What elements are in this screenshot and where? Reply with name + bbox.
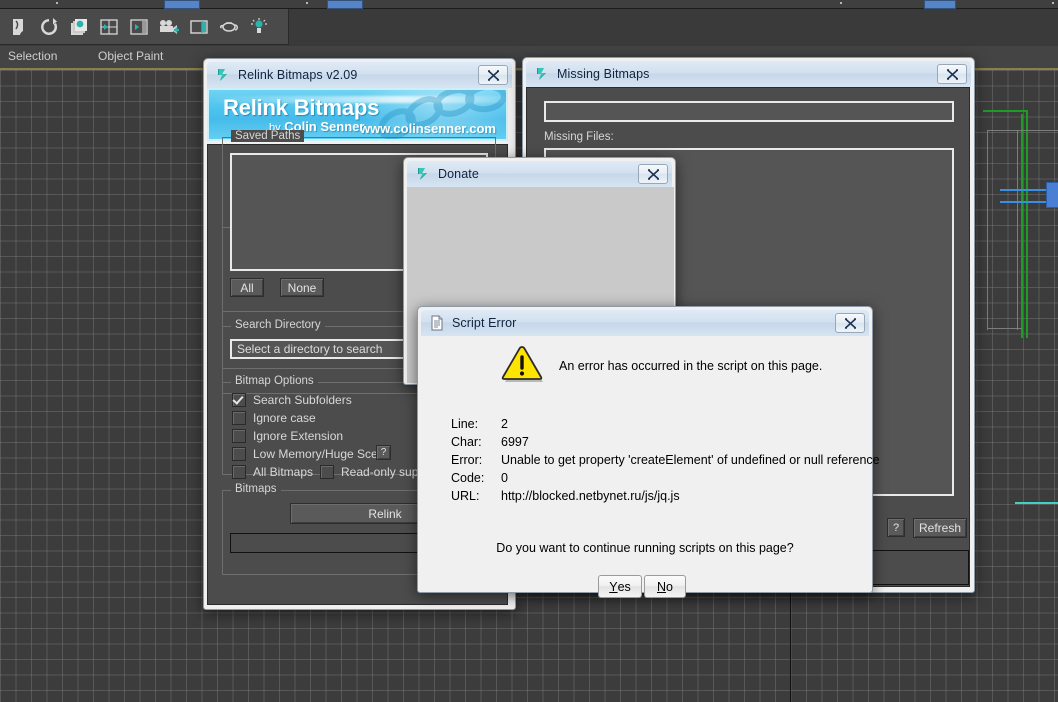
viewport-axis-line	[790, 592, 791, 702]
search-subfolders-label: Search Subfolders	[253, 393, 352, 407]
select-all-button[interactable]: All	[230, 278, 264, 297]
low-memory-checkbox[interactable]	[232, 447, 246, 461]
missing-bitmaps-title: Missing Bitmaps	[557, 67, 650, 81]
relink-bitmaps-title: Relink Bitmaps v2.09	[238, 68, 358, 82]
render-frame-icon[interactable]	[124, 12, 154, 42]
transform-gizmo[interactable]	[1046, 182, 1058, 208]
layers-icon[interactable]	[64, 12, 94, 42]
low-memory-help-button[interactable]: ?	[376, 445, 391, 460]
screen-root: Selection Object Paint Relink Bitmaps v2…	[0, 0, 1058, 702]
viewport-layout-icon[interactable]	[94, 12, 124, 42]
refresh-button[interactable]: Refresh	[913, 518, 967, 538]
warning-triangle-icon	[501, 346, 543, 382]
line-value: 2	[501, 417, 508, 431]
checkbox-low-memory[interactable]: Low Memory/Huge Scene	[232, 447, 391, 461]
missing-bitmaps-titlebar[interactable]: Missing Bitmaps	[526, 61, 971, 87]
error-value: Unable to get property 'createElement' o…	[501, 453, 880, 467]
maxscript-icon	[215, 67, 231, 83]
search-subfolders-checkbox[interactable]	[232, 393, 246, 407]
bitmap-options-label: Bitmap Options	[231, 375, 318, 387]
tab-object-paint[interactable]: Object Paint	[98, 49, 163, 63]
wireframe-line-4	[987, 328, 1022, 329]
selection-tool-icon[interactable]	[4, 12, 34, 42]
url-label: URL:	[451, 489, 480, 503]
code-value: 0	[501, 471, 508, 485]
checkbox-all-bitmaps[interactable]: All Bitmaps	[232, 465, 313, 479]
close-icon[interactable]	[937, 64, 967, 84]
script-error-headline: An error has occurred in the script on t…	[559, 359, 823, 373]
select-none-button[interactable]: None	[280, 278, 324, 297]
url-value: http://blocked.netbynet.ru/js/jq.js	[501, 489, 680, 503]
continue-scripts-question: Do you want to continue running scripts …	[496, 541, 794, 555]
wireframe-line-3	[1017, 130, 1018, 330]
wireframe-teal-1	[1015, 502, 1058, 504]
tab-selection[interactable]: Selection	[8, 49, 57, 63]
all-bitmaps-checkbox[interactable]	[232, 465, 246, 479]
top-strip-dot-4	[1052, 2, 1054, 4]
low-memory-label: Low Memory/Huge Scene	[253, 447, 392, 461]
missing-bitmaps-path-input[interactable]	[544, 101, 954, 122]
no-button[interactable]: No	[644, 575, 686, 598]
script-error-dialog[interactable]: Script Error An error has occurred in th…	[417, 306, 880, 598]
ignore-case-label: Ignore case	[253, 411, 316, 425]
wireframe-line-2	[987, 130, 988, 330]
wireframe-green-right2	[1021, 114, 1023, 338]
max-top-strip	[0, 0, 1058, 9]
bitmaps-label: Bitmaps	[231, 483, 281, 495]
banner-url: www.colinsenner.com	[359, 121, 496, 136]
rotate-icon[interactable]	[34, 12, 64, 42]
wireframe-green-top	[983, 110, 1028, 112]
wireframe-line-1	[987, 130, 1058, 131]
char-label: Char:	[451, 435, 482, 449]
checkbox-search-subfolders[interactable]: Search Subfolders	[232, 393, 352, 407]
script-error-title: Script Error	[452, 316, 517, 330]
script-error-body: An error has occurred in the script on t…	[421, 336, 880, 598]
saved-paths-label: Saved Paths	[231, 130, 305, 142]
top-strip-chip-2[interactable]	[327, 0, 363, 9]
add-camera-icon[interactable]	[154, 12, 184, 42]
max-toolbar	[0, 9, 289, 45]
close-icon[interactable]	[835, 313, 865, 333]
close-icon[interactable]	[478, 65, 508, 85]
missing-help-button[interactable]: ?	[887, 518, 905, 537]
maxscript-icon	[534, 66, 550, 82]
yes-button[interactable]: Yes	[598, 575, 642, 598]
top-strip-chip-3[interactable]	[924, 0, 956, 9]
top-strip-chip-1[interactable]	[164, 0, 200, 9]
ignore-extension-label: Ignore Extension	[253, 429, 344, 443]
checkbox-ignore-case[interactable]: Ignore case	[232, 411, 316, 425]
donate-title: Donate	[438, 167, 479, 181]
close-icon[interactable]	[638, 164, 668, 184]
all-bitmaps-label: All Bitmaps	[253, 465, 314, 479]
maxscript-icon	[415, 166, 431, 182]
donate-titlebar[interactable]: Donate	[407, 161, 672, 187]
scene-explorer-icon[interactable]	[184, 12, 214, 42]
top-strip-dot-2	[306, 2, 308, 4]
wireframe-green-right	[1026, 110, 1028, 338]
light-icon[interactable]	[244, 12, 274, 42]
script-error-titlebar[interactable]: Script Error	[421, 310, 869, 336]
document-icon	[429, 315, 445, 331]
top-strip-dot-3	[840, 2, 842, 4]
missing-files-label: Missing Files:	[544, 131, 614, 143]
readonly-support-checkbox[interactable]	[320, 465, 334, 479]
checkbox-ignore-extension[interactable]: Ignore Extension	[232, 429, 343, 443]
ignore-case-checkbox[interactable]	[232, 411, 246, 425]
char-value: 6997	[501, 435, 529, 449]
relink-bitmaps-titlebar[interactable]: Relink Bitmaps v2.09	[207, 62, 512, 88]
banner-title: Relink Bitmaps	[223, 95, 380, 120]
code-label: Code:	[451, 471, 485, 485]
line-label: Line:	[451, 417, 479, 431]
error-label: Error:	[451, 453, 483, 467]
top-strip-dot-1	[56, 2, 58, 4]
search-directory-label: Search Directory	[231, 319, 325, 331]
teapot-icon[interactable]	[214, 12, 244, 42]
ignore-extension-checkbox[interactable]	[232, 429, 246, 443]
